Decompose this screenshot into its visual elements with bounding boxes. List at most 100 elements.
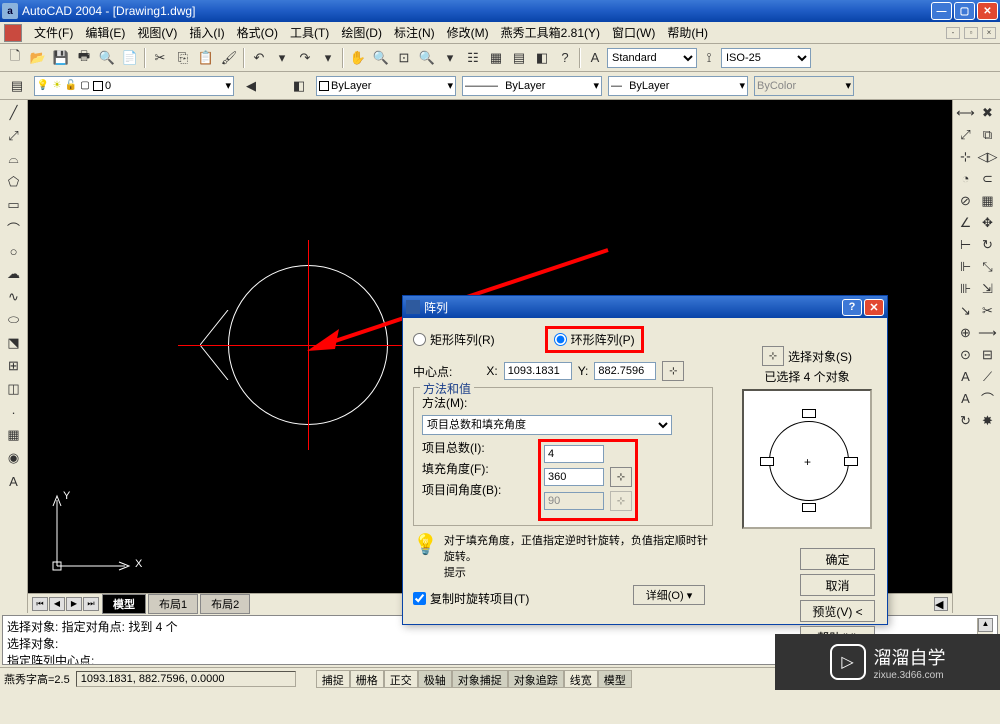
print-icon[interactable]: 🖶 (73, 47, 95, 69)
dim-baseline-icon[interactable]: ⊩ (955, 256, 976, 277)
dim-aligned-icon[interactable]: ⤢ (955, 124, 976, 145)
pan-icon[interactable]: ✋ (347, 47, 369, 69)
extend-icon[interactable]: ⟶ (977, 322, 998, 343)
ok-button[interactable]: 确定 (800, 548, 875, 570)
open-icon[interactable]: 📂 (27, 47, 49, 69)
items-input[interactable] (544, 445, 604, 463)
radio-rect[interactable]: 矩形阵列(R) (413, 331, 495, 348)
dim-linear-icon[interactable]: ⟷ (955, 102, 976, 123)
mirror-icon[interactable]: ◁▷ (977, 146, 998, 167)
linetype-combo[interactable]: ——— ByLayer▾ (462, 76, 602, 96)
minimize-button[interactable]: — (931, 2, 952, 20)
tab-first[interactable]: ⏮ (32, 597, 48, 611)
y-input[interactable] (594, 362, 656, 380)
status-lwt[interactable]: 线宽 (564, 670, 598, 688)
block-make-icon[interactable]: ◫ (3, 378, 25, 400)
copy-obj-icon[interactable]: ⧉ (977, 124, 998, 145)
redo-drop-icon[interactable]: ▾ (317, 47, 339, 69)
rotate-icon[interactable]: ↻ (977, 234, 998, 255)
menu-modify[interactable]: 修改(M) (441, 22, 495, 43)
layer-prev-icon[interactable]: ◀ (240, 75, 262, 97)
line-icon[interactable]: ╱ (3, 102, 25, 124)
tab-layout2[interactable]: 布局2 (200, 594, 250, 614)
dialog-titlebar[interactable]: 阵列 ? ✕ (403, 296, 887, 318)
layer-combo[interactable]: 💡 ☀ 🔓 ▢ 0 ▾ (34, 76, 234, 96)
fill-input[interactable] (544, 468, 604, 486)
match-icon[interactable]: 🖌 (218, 47, 240, 69)
undo-drop-icon[interactable]: ▾ (271, 47, 293, 69)
close-button[interactable]: ✕ (977, 2, 998, 20)
menu-file[interactable]: 文件(F) (28, 22, 79, 43)
dim-update-icon[interactable]: ↻ (955, 410, 976, 431)
mdi-min[interactable]: - (946, 27, 960, 39)
new-icon[interactable]: 🗋 (4, 47, 26, 69)
menu-tools[interactable]: 工具(T) (284, 22, 335, 43)
rotate-checkbox[interactable] (413, 592, 426, 605)
menu-help[interactable]: 帮助(H) (661, 22, 714, 43)
zoom-drop-icon[interactable]: ▾ (439, 47, 461, 69)
offset-icon[interactable]: ⊂ (977, 168, 998, 189)
explode-icon[interactable]: ✸ (977, 410, 998, 431)
xline-icon[interactable]: ⤢ (3, 125, 25, 147)
dialog-help-button[interactable]: ? (842, 299, 862, 316)
polygon-icon[interactable]: ⬠ (3, 171, 25, 193)
region-icon[interactable]: ◉ (3, 447, 25, 469)
help-icon[interactable]: ? (554, 47, 576, 69)
tab-layout1[interactable]: 布局1 (148, 594, 198, 614)
status-ortho[interactable]: 正交 (384, 670, 418, 688)
undo-icon[interactable]: ↶ (248, 47, 270, 69)
status-grid[interactable]: 栅格 (350, 670, 384, 688)
mdi-restore[interactable]: ▫ (964, 27, 978, 39)
arc-icon[interactable]: ⌒ (3, 217, 25, 239)
dimstyle-select[interactable]: ISO-25 (721, 48, 811, 68)
ellipse-arc-icon[interactable]: ⬔ (3, 332, 25, 354)
preview-button[interactable]: 预览(V) < (800, 600, 875, 622)
radio-polar[interactable]: 环形阵列(P) (554, 331, 635, 348)
fillet-icon[interactable]: ⌒ (977, 388, 998, 409)
hatch-icon[interactable]: ▦ (3, 424, 25, 446)
textstyle-select[interactable]: Standard (607, 48, 697, 68)
plotstyle-combo[interactable]: ByColor▾ (754, 76, 854, 96)
circle-icon[interactable]: ○ (3, 240, 25, 262)
detail-button[interactable]: 详细(O) ▾ (633, 585, 705, 605)
dim-continue-icon[interactable]: ⊪ (955, 278, 976, 299)
menu-edit[interactable]: 编辑(E) (79, 22, 131, 43)
dimstyle-icon[interactable]: ⟟ (698, 47, 720, 69)
chamfer-icon[interactable]: ⟋ (977, 366, 998, 387)
tab-next[interactable]: ▶ (66, 597, 82, 611)
tab-last[interactable]: ⏭ (83, 597, 99, 611)
mdi-close[interactable]: × (982, 27, 996, 39)
x-input[interactable] (504, 362, 572, 380)
revcloud-icon[interactable]: ☁ (3, 263, 25, 285)
publish-icon[interactable]: 📄 (119, 47, 141, 69)
status-otrack[interactable]: 对象追踪 (508, 670, 564, 688)
erase-icon[interactable]: ✖ (977, 102, 998, 123)
color-combo[interactable]: ByLayer▾ (316, 76, 456, 96)
scale-icon[interactable]: ⤡ (977, 256, 998, 277)
props-icon[interactable]: ☷ (462, 47, 484, 69)
dim-quick-icon[interactable]: ⊢ (955, 234, 976, 255)
dim-diameter-icon[interactable]: ⊘ (955, 190, 976, 211)
preview-icon[interactable]: 🔍 (96, 47, 118, 69)
zoom-win-icon[interactable]: ⊡ (393, 47, 415, 69)
dim-ordinate-icon[interactable]: ⊹ (955, 146, 976, 167)
zoom-rt-icon[interactable]: 🔍 (370, 47, 392, 69)
trim-icon[interactable]: ✂ (977, 300, 998, 321)
method-select[interactable]: 项目总数和填充角度 (422, 415, 672, 435)
menu-dim[interactable]: 标注(N) (388, 22, 441, 43)
menu-view[interactable]: 视图(V) (131, 22, 183, 43)
menu-window[interactable]: 窗口(W) (606, 22, 661, 43)
layer-props-icon[interactable]: ▤ (6, 75, 28, 97)
dim-edit-icon[interactable]: A (955, 366, 976, 387)
color-icon[interactable]: ◧ (288, 75, 310, 97)
zoom-prev-icon[interactable]: 🔍 (416, 47, 438, 69)
tab-model[interactable]: 模型 (102, 594, 146, 614)
pick-center-button[interactable]: ⊹ (662, 361, 684, 381)
mtext-icon[interactable]: A (3, 470, 25, 492)
redo-icon[interactable]: ↷ (294, 47, 316, 69)
dialog-close-button[interactable]: ✕ (864, 299, 884, 316)
dim-tedit-icon[interactable]: A (955, 388, 976, 409)
status-osnap[interactable]: 对象捕捉 (452, 670, 508, 688)
paste-icon[interactable]: 📋 (195, 47, 217, 69)
stretch-icon[interactable]: ⇲ (977, 278, 998, 299)
